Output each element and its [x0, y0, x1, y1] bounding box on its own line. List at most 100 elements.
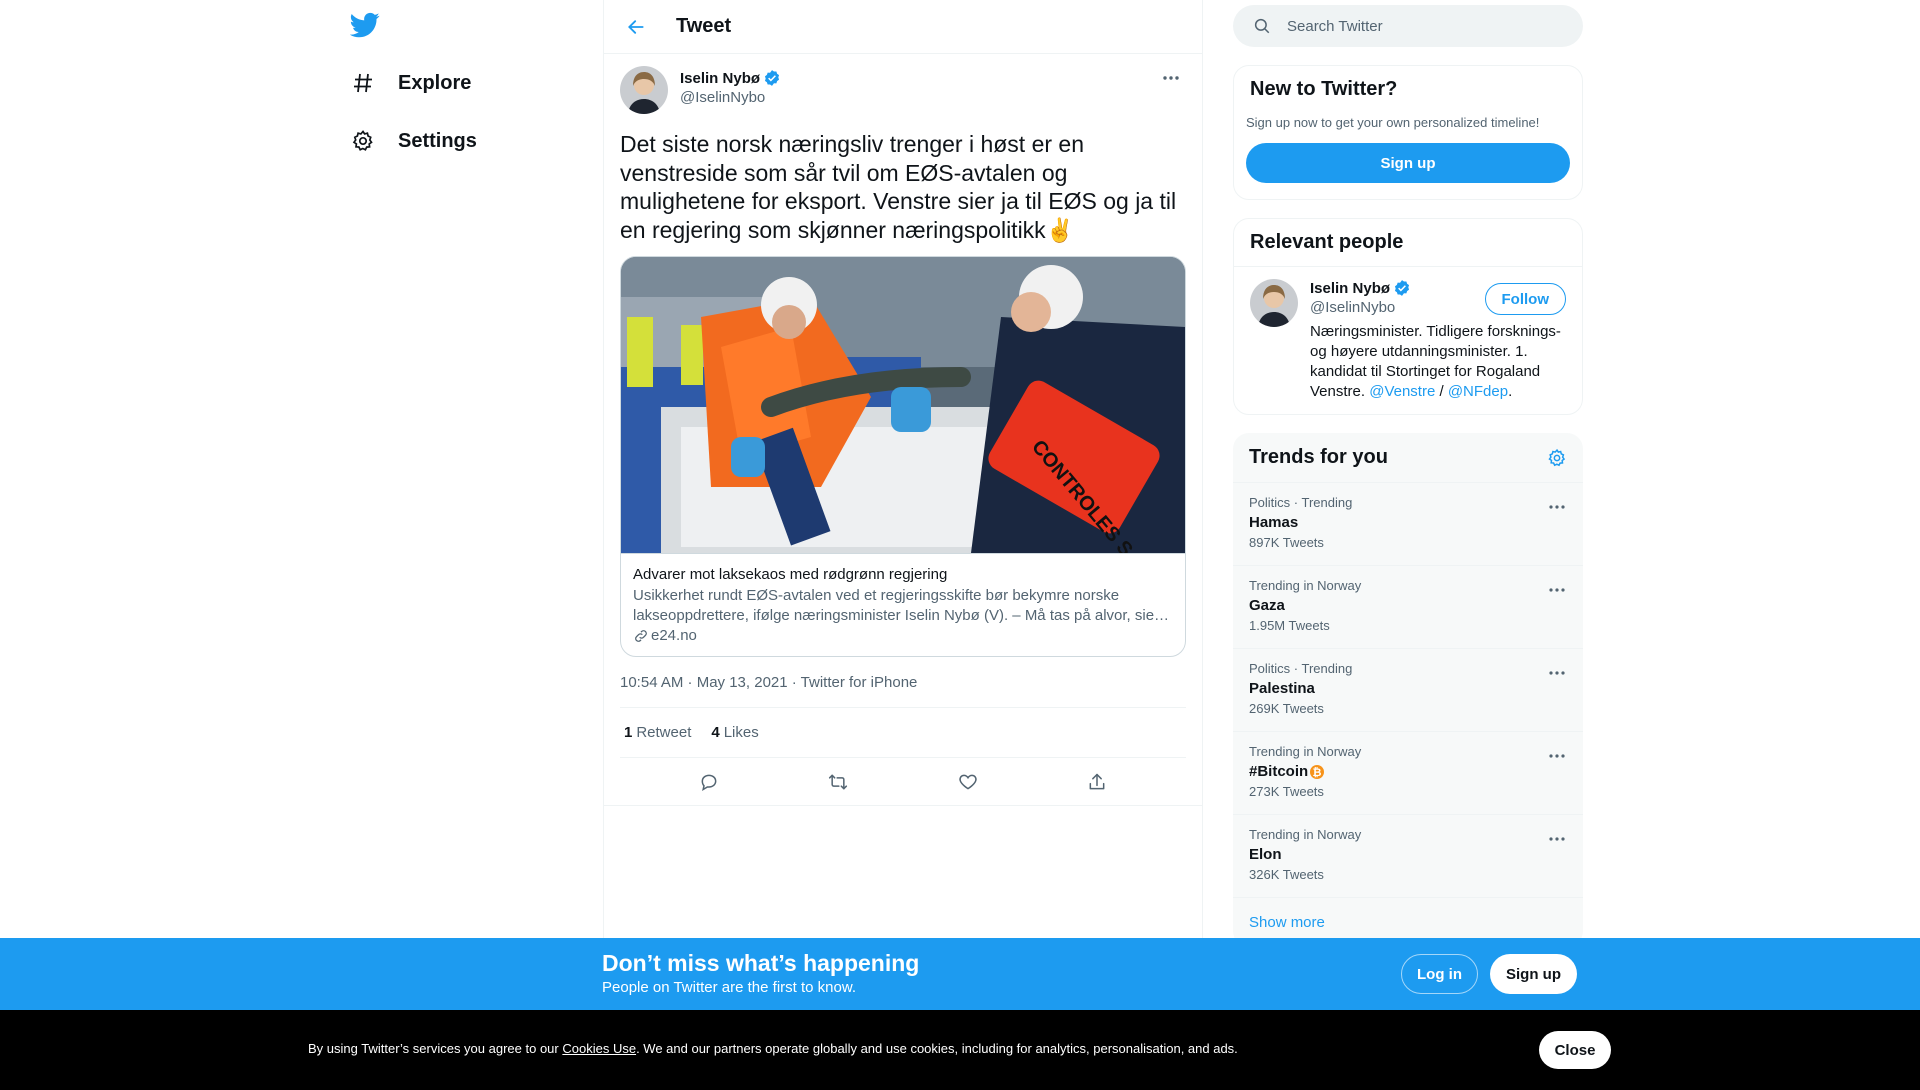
- bitcoin-icon: ₿: [1310, 764, 1325, 779]
- trend-count: 1.95M Tweets: [1249, 618, 1330, 633]
- tweet-actions: [604, 758, 1202, 806]
- nav-settings[interactable]: Settings: [350, 116, 477, 166]
- trend-count: 326K Tweets: [1249, 867, 1324, 882]
- more-options-icon[interactable]: [1547, 580, 1567, 600]
- trend-name: Gaza: [1249, 597, 1285, 614]
- more-options-icon[interactable]: [1547, 663, 1567, 683]
- like-heart-icon[interactable]: [951, 765, 985, 799]
- cookies-use-link[interactable]: Cookies Use: [562, 1041, 636, 1056]
- nav-settings-label: Settings: [398, 129, 477, 152]
- nav-explore[interactable]: Explore: [350, 58, 471, 108]
- trend-name-row: #Bitcoin ₿: [1249, 763, 1567, 780]
- trend-context: Trending in Norway: [1249, 578, 1362, 593]
- tweet-text: Det siste norsk næringsliv trenger i høs…: [620, 131, 1177, 243]
- gear-icon: [350, 128, 376, 154]
- more-options-icon[interactable]: [1156, 68, 1186, 88]
- prompt-subtitle: People on Twitter are the first to know.: [602, 979, 857, 996]
- bio-end: .: [1508, 383, 1513, 400]
- bio-link-nfdep[interactable]: @NFdep: [1448, 383, 1508, 400]
- cookie-banner: By using Twitter’s services you agree to…: [0, 1010, 1920, 1090]
- reply-icon[interactable]: [692, 765, 726, 799]
- trend-count: 897K Tweets: [1249, 535, 1324, 550]
- trend-name: Elon: [1249, 846, 1282, 863]
- cookie-text: By using Twitter’s services you agree to…: [308, 1041, 1238, 1056]
- relevant-people-title: Relevant people: [1250, 231, 1404, 253]
- trend-count: 269K Tweets: [1249, 701, 1324, 716]
- more-options-icon[interactable]: [1547, 829, 1567, 849]
- bio-link-venstre[interactable]: @Venstre: [1369, 383, 1435, 400]
- retweets-label: Retweet: [636, 724, 692, 741]
- follow-button[interactable]: Follow: [1484, 283, 1566, 315]
- trend-item[interactable]: Trending in Norway Gaza 1.95M Tweets: [1233, 566, 1583, 649]
- link-card[interactable]: CONTROLES SANITAIRES Advarer mot lakseka…: [620, 256, 1186, 657]
- likes-stat[interactable]: 4 Likes: [711, 724, 758, 741]
- sign-up-button[interactable]: Sign up: [1490, 954, 1577, 994]
- person-bio: Næringsminister. Tidligere forsknings- o…: [1310, 322, 1568, 402]
- avatar[interactable]: [1250, 279, 1298, 327]
- new-to-twitter-title: New to Twitter?: [1250, 78, 1398, 100]
- tweet-timestamp[interactable]: 10:54 AM · May 13, 2021 · Twitter for iP…: [620, 657, 1186, 708]
- share-icon[interactable]: [1080, 765, 1114, 799]
- trend-item[interactable]: Trending in Norway #Bitcoin ₿ 273K Tweet…: [1233, 732, 1583, 815]
- person-name[interactable]: Iselin Nybø: [1310, 280, 1390, 297]
- card-description: Usikkerhet rundt EØS-avtalen ved et regj…: [633, 587, 1170, 624]
- retweet-icon[interactable]: [821, 765, 855, 799]
- bio-separator: /: [1439, 383, 1444, 400]
- verified-badge-icon: [764, 70, 780, 86]
- trends-settings-gear-icon[interactable]: [1547, 448, 1567, 468]
- avatar[interactable]: [620, 66, 668, 114]
- right-sidebar: New to Twitter? Sign up now to get your …: [1233, 0, 1583, 947]
- trend-name: #Bitcoin: [1249, 763, 1309, 780]
- verified-badge-icon: [1394, 280, 1410, 296]
- app-root: Explore Settings Tweet Iselin Nybø @Isel…: [0, 0, 1920, 1090]
- more-options-icon[interactable]: [1547, 746, 1567, 766]
- trend-item[interactable]: Politics · Trending Palestina 269K Tweet…: [1233, 649, 1583, 732]
- search-icon: [1254, 18, 1270, 34]
- prompt-title: Don’t miss what’s happening: [602, 950, 920, 976]
- more-options-icon[interactable]: [1547, 497, 1567, 517]
- trend-name: Hamas: [1249, 514, 1299, 531]
- svg-text:₿: ₿: [1313, 767, 1322, 779]
- new-to-twitter-box: New to Twitter? Sign up now to get your …: [1233, 65, 1583, 200]
- hashtag-icon: [350, 70, 376, 96]
- relevant-person[interactable]: Iselin Nybø @IselinNybo Næringsminister.…: [1234, 267, 1582, 414]
- cookie-prefix: By using Twitter’s services you agree to…: [308, 1041, 563, 1056]
- trend-context: Politics · Trending: [1249, 661, 1353, 676]
- trend-context: Trending in Norway: [1249, 744, 1362, 759]
- author-name[interactable]: Iselin Nybø: [680, 70, 760, 87]
- trend-count: 273K Tweets: [1249, 784, 1324, 799]
- tweet-header: Tweet: [604, 0, 1202, 54]
- nav-explore-label: Explore: [398, 71, 472, 94]
- retweets-stat[interactable]: 1 Retweet: [624, 724, 691, 741]
- sign-up-button[interactable]: Sign up: [1246, 143, 1570, 183]
- likes-label: Likes: [723, 724, 759, 741]
- log-in-button[interactable]: Log in: [1401, 954, 1478, 994]
- card-title: Advarer mot laksekaos med rødgrønn regje…: [633, 566, 948, 583]
- trend-item[interactable]: Politics · Trending Hamas 897K Tweets: [1233, 483, 1583, 566]
- trends-title: Trends for you: [1249, 446, 1388, 468]
- card-body: Advarer mot laksekaos med rødgrønn regje…: [621, 553, 1185, 656]
- signup-prompt-bar: Don’t miss what’s happening People on Tw…: [0, 938, 1920, 1010]
- link-icon: [635, 629, 647, 642]
- trends-box: Trends for you Politics · Trending Hamas…: [1233, 433, 1583, 947]
- tweet-stats: 1 Retweet 4 Likes: [620, 708, 1186, 758]
- trend-context: Trending in Norway: [1249, 827, 1362, 842]
- close-button[interactable]: Close: [1539, 1031, 1611, 1069]
- author-handle[interactable]: @IselinNybo: [680, 89, 781, 106]
- trend-item[interactable]: Trending in Norway Elon 326K Tweets: [1233, 815, 1583, 898]
- card-domain-text: e24.no: [651, 627, 697, 644]
- tweet-author: Iselin Nybø @IselinNybo: [620, 66, 1186, 114]
- tweet-column: Tweet Iselin Nybø @IselinNybo Det siste …: [603, 0, 1203, 1090]
- likes-count: 4: [711, 724, 720, 741]
- cookie-suffix: . We and our partners operate globally a…: [636, 1041, 1238, 1056]
- retweets-count: 1: [624, 724, 633, 741]
- trend-context: Politics · Trending: [1249, 495, 1353, 510]
- relevant-people-box: Relevant people Iselin Nybø @IselinNybo …: [1233, 218, 1583, 415]
- back-arrow-icon[interactable]: [619, 10, 653, 44]
- search-input[interactable]: [1287, 17, 1537, 35]
- tweet: Iselin Nybø @IselinNybo Det siste norsk …: [604, 54, 1202, 806]
- twitter-logo-icon[interactable]: [349, 10, 382, 42]
- new-to-twitter-subtitle: Sign up now to get your own personalized…: [1246, 115, 1540, 130]
- search-bar[interactable]: [1233, 5, 1583, 47]
- page-title: Tweet: [676, 15, 732, 37]
